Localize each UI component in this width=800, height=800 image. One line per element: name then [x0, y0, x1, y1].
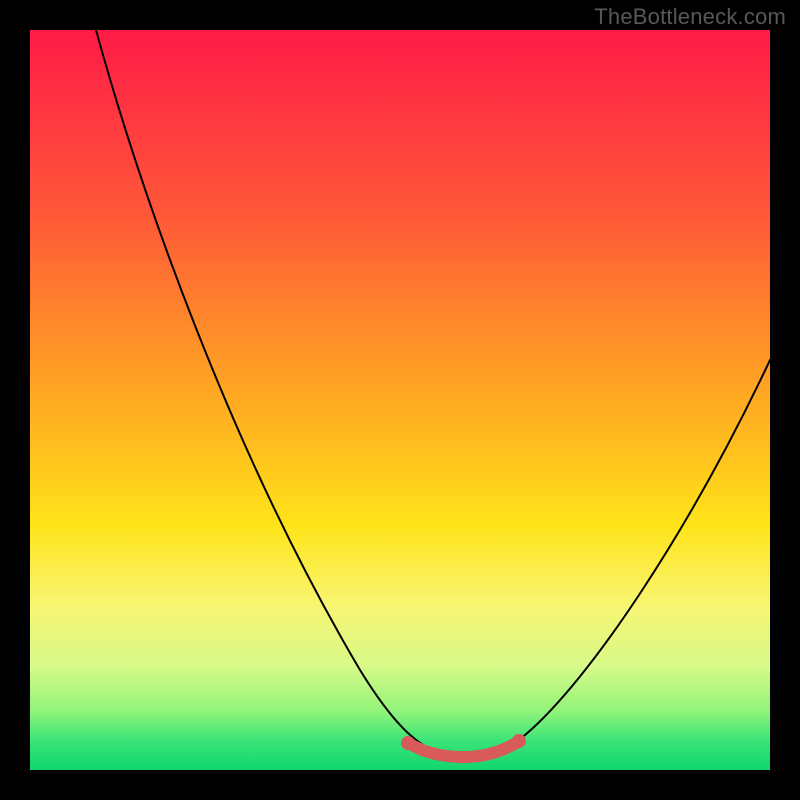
- highlight-dot-left: [401, 736, 415, 750]
- plot-area: [30, 30, 770, 770]
- chart-frame: TheBottleneck.com: [0, 0, 800, 800]
- watermark-text: TheBottleneck.com: [594, 4, 786, 30]
- optimal-band-highlight-path: [410, 743, 516, 757]
- bottleneck-curve-path: [96, 30, 770, 756]
- curve-layer: [30, 30, 770, 770]
- highlight-dot-right: [512, 734, 526, 748]
